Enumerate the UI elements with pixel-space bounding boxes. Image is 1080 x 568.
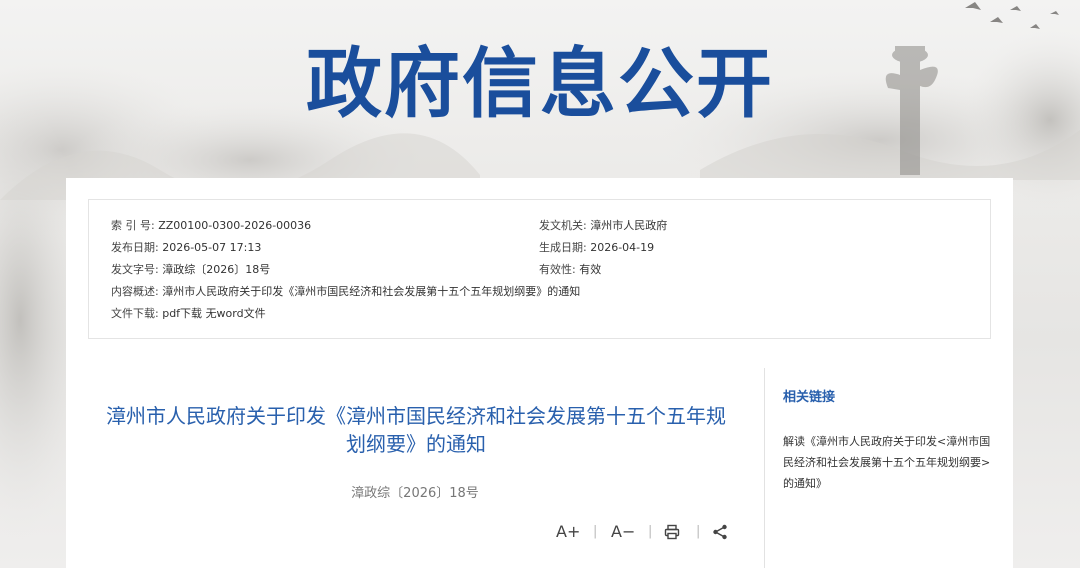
meta-generate-label: 生成日期:: [539, 241, 587, 254]
pdf-download-link[interactable]: pdf下载: [162, 307, 202, 320]
column-divider: [764, 368, 765, 568]
meta-validity-row: 有效性: 有效: [539, 262, 601, 278]
meta-summary-value: 漳州市人民政府关于印发《漳州市国民经济和社会发展第十五个五年规划纲要》的通知: [162, 285, 581, 298]
meta-index-row: 索 引 号: ZZ00100-0300-2026-00036: [111, 218, 311, 234]
meta-validity-label: 有效性:: [539, 263, 576, 276]
meta-generate-row: 生成日期: 2026-04-19: [539, 240, 654, 256]
meta-download-label: 文件下载:: [111, 307, 159, 320]
document-metadata-table: 索 引 号: ZZ00100-0300-2026-00036 发文机关: 漳州市…: [88, 199, 991, 339]
related-link-interpretation[interactable]: 解读《漳州市人民政府关于印发<漳州市国民经济和社会发展第十五个五年规划纲要>的通…: [783, 431, 998, 494]
meta-docno-label: 发文字号:: [111, 263, 159, 276]
content-card: 索 引 号: ZZ00100-0300-2026-00036 发文机关: 漳州市…: [66, 178, 1013, 568]
article-doc-number: 漳政综〔2026〕18号: [351, 486, 479, 501]
article-header: 漳州市人民政府关于印发《漳州市国民经济和社会发展第十五个五年规划纲要》的通知 漳…: [66, 368, 764, 568]
meta-publish-row: 发布日期: 2026-05-07 17:13: [111, 240, 261, 256]
print-icon: [664, 524, 680, 540]
meta-issuer-label: 发文机关:: [539, 219, 587, 232]
toolbar-divider: |: [593, 524, 598, 539]
word-file-status: 无word文件: [205, 307, 266, 320]
font-decrease-button[interactable]: A−: [611, 522, 635, 541]
page-title: 政府信息公开: [306, 39, 774, 128]
print-button[interactable]: [664, 524, 680, 544]
meta-issuer-row: 发文机关: 漳州市人民政府: [539, 218, 667, 234]
share-icon: [713, 524, 727, 540]
meta-index-value: ZZ00100-0300-2026-00036: [158, 219, 312, 232]
share-button[interactable]: [712, 524, 728, 544]
meta-docno-row: 发文字号: 漳政综〔2026〕18号: [111, 262, 270, 278]
toolbar-divider: |: [696, 524, 701, 539]
meta-summary-row: 内容概述: 漳州市人民政府关于印发《漳州市国民经济和社会发展第十五个五年规划纲要…: [111, 284, 580, 300]
article-title: 漳州市人民政府关于印发《漳州市国民经济和社会发展第十五个五年规划纲要》的通知: [106, 404, 726, 456]
meta-validity-value: 有效: [579, 263, 602, 276]
toolbar-divider: |: [648, 524, 653, 539]
meta-issuer-value: 漳州市人民政府: [590, 219, 668, 232]
meta-summary-label: 内容概述:: [111, 285, 159, 298]
font-increase-button[interactable]: A+: [556, 522, 580, 541]
meta-docno-value: 漳政综〔2026〕18号: [162, 263, 271, 276]
related-links-sidebar: 相关链接 解读《漳州市人民政府关于印发<漳州市国民经济和社会发展第十五个五年规划…: [783, 386, 998, 494]
meta-generate-value: 2026-04-19: [590, 241, 655, 254]
meta-publish-label: 发布日期:: [111, 241, 159, 254]
meta-publish-value: 2026-05-07 17:13: [162, 241, 262, 254]
meta-index-label: 索 引 号:: [111, 219, 155, 232]
related-links-title: 相关链接: [783, 390, 836, 405]
meta-download-row: 文件下载: pdf下载 无word文件: [111, 306, 266, 322]
